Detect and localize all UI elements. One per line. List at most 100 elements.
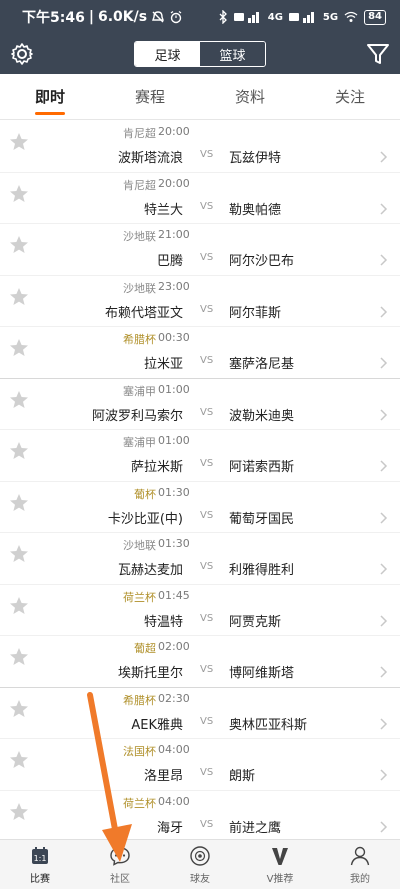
star-icon[interactable] (8, 492, 30, 514)
star-icon[interactable] (8, 646, 30, 668)
league-name: 塞浦甲 (123, 436, 156, 449)
match-row[interactable]: 葡超 02:00 埃斯托里尔 VS 博阿维斯塔 (0, 636, 400, 688)
match-row[interactable]: 荷兰杯 01:45 特温特 VS 阿贾克斯 (0, 585, 400, 636)
away-team: 阿贾克斯 (229, 614, 282, 630)
league-name: 荷兰杯 (123, 796, 156, 810)
chevron-right-icon (380, 511, 388, 528)
match-row[interactable]: 沙地联 01:30 瓦赫达麦加 VS 利雅得胜利 (0, 533, 400, 585)
ball-icon (189, 845, 211, 867)
away-team: 阿尔沙巴布 (229, 254, 295, 269)
filter-button[interactable] (364, 40, 392, 68)
league-name: 希腊杯 (123, 333, 156, 346)
match-row[interactable]: 荷兰杯 04:00 海牙 VS 前进之鹰 (0, 791, 400, 840)
away-team: 瓦兹伊特 (229, 151, 282, 166)
status-bar: 下午5:46 | 6.0K/s 4G 5G 84 (0, 0, 400, 34)
match-row[interactable]: 塞浦甲 01:00 萨拉米斯 VS 阿诺索西斯 (0, 430, 400, 482)
nav-matches[interactable]: 1:1 比赛 (0, 840, 80, 889)
status-right: 4G 5G 84 (218, 9, 386, 25)
match-time: 20:00 (158, 176, 190, 190)
chevron-right-icon (380, 305, 388, 322)
away-team: 葡萄牙国民 (229, 511, 295, 527)
match-row[interactable]: 葡杯 01:30 卡沙比亚(中) VS 葡萄牙国民 (0, 482, 400, 533)
match-row[interactable]: 希腊杯 02:30 AEK雅典 VS 奥林匹亚科斯 (0, 688, 400, 739)
nav-label-mine: 我的 (350, 873, 370, 885)
vs-label: VS (200, 149, 214, 160)
star-icon[interactable] (8, 749, 30, 771)
tab-football[interactable]: 足球 (135, 42, 200, 66)
vs-label: VS (200, 612, 214, 624)
home-team: 海牙 (156, 820, 183, 836)
nav-mine[interactable]: 我的 (320, 840, 400, 889)
chevron-right-icon (380, 717, 388, 734)
star-icon[interactable] (8, 595, 30, 617)
away-team: 奥林匹亚科斯 (229, 717, 308, 733)
league-name: 肯尼超 (123, 178, 156, 192)
nav-label-friends: 球友 (190, 873, 210, 885)
home-team: 特温特 (143, 614, 183, 630)
sport-toggle: 足球 篮球 (134, 41, 266, 67)
vs-label: VS (200, 406, 214, 418)
away-team: 博阿维斯塔 (229, 666, 295, 681)
nav-label-community: 社区 (110, 873, 130, 885)
star-icon[interactable] (8, 389, 30, 411)
match-row[interactable]: 沙地联 21:00 巴腾 VS 阿尔沙巴布 (0, 224, 400, 276)
tab-data[interactable]: 资料 (200, 74, 300, 119)
match-time: 00:30 (158, 331, 190, 344)
vs-label: VS (200, 200, 214, 212)
star-icon[interactable] (8, 234, 30, 256)
chevron-right-icon (380, 614, 388, 631)
match-row[interactable]: 塞浦甲 01:00 阿波罗利马索尔 VS 波勒米迪奥 (0, 379, 400, 430)
star-icon[interactable] (8, 286, 30, 308)
star-icon[interactable] (8, 543, 30, 565)
chevron-right-icon (380, 460, 388, 476)
vs-label: VS (200, 458, 214, 469)
settings-button[interactable] (8, 40, 36, 68)
top-header: 足球 篮球 (0, 34, 400, 74)
filter-icon (367, 44, 389, 64)
home-team: 波斯塔流浪 (117, 151, 183, 166)
match-row[interactable]: 希腊杯 00:30 拉米亚 VS 塞萨洛尼基 (0, 327, 400, 379)
star-icon[interactable] (8, 698, 30, 720)
signal-4g-label: 4G (267, 11, 283, 23)
star-icon[interactable] (8, 337, 30, 359)
star-icon[interactable] (8, 801, 30, 823)
star-icon[interactable] (8, 183, 30, 205)
star-icon[interactable] (8, 440, 30, 462)
chevron-right-icon (380, 254, 388, 270)
match-time: 01:00 (158, 434, 190, 447)
league-name: 沙地联 (123, 230, 156, 243)
v-icon (269, 845, 291, 867)
home-team: 瓦赫达麦加 (117, 563, 183, 578)
tab-basketball[interactable]: 篮球 (200, 42, 265, 66)
signal-5g-label: 5G (322, 11, 339, 23)
match-time: 21:00 (158, 228, 190, 241)
away-team: 朗斯 (229, 769, 256, 784)
home-team: 洛里昂 (143, 769, 183, 784)
nav-community[interactable]: 社区 (80, 840, 160, 889)
match-row[interactable]: 肯尼超 20:00 波斯塔流浪 VS 瓦兹伊特 (0, 121, 400, 173)
status-time: 下午5:46 (22, 10, 85, 26)
match-row[interactable]: 肯尼超 20:00 特兰大 VS 勒奥帕德 (0, 173, 400, 224)
match-time: 20:00 (158, 125, 190, 138)
away-team: 勒奥帕德 (229, 202, 282, 218)
tab-schedule[interactable]: 赛程 (100, 74, 200, 119)
nav-v-recommend[interactable]: V推荐 (240, 840, 320, 889)
star-icon[interactable] (8, 131, 30, 153)
chevron-right-icon (380, 408, 388, 425)
tab-follow[interactable]: 关注 (300, 74, 400, 119)
wifi-icon (344, 11, 358, 23)
tab-live[interactable]: 即时 (0, 74, 100, 119)
league-name: 荷兰杯 (123, 590, 156, 604)
match-time: 04:00 (158, 743, 190, 756)
vs-label: VS (200, 303, 214, 315)
calendar-icon: 1:1 (29, 845, 51, 867)
match-row[interactable]: 法国杯 04:00 洛里昂 VS 朗斯 (0, 739, 400, 791)
match-row[interactable]: 沙地联 23:00 布赖代塔亚文 VS 阿尔菲斯 (0, 276, 400, 327)
chevron-right-icon (380, 357, 388, 373)
away-team: 阿尔菲斯 (229, 305, 282, 321)
nav-friends[interactable]: 球友 (160, 840, 240, 889)
home-team: 特兰大 (143, 202, 183, 218)
status-speed: 6.0K/s (97, 9, 148, 25)
vs-label: VS (200, 355, 214, 366)
vs-label: VS (200, 664, 214, 675)
